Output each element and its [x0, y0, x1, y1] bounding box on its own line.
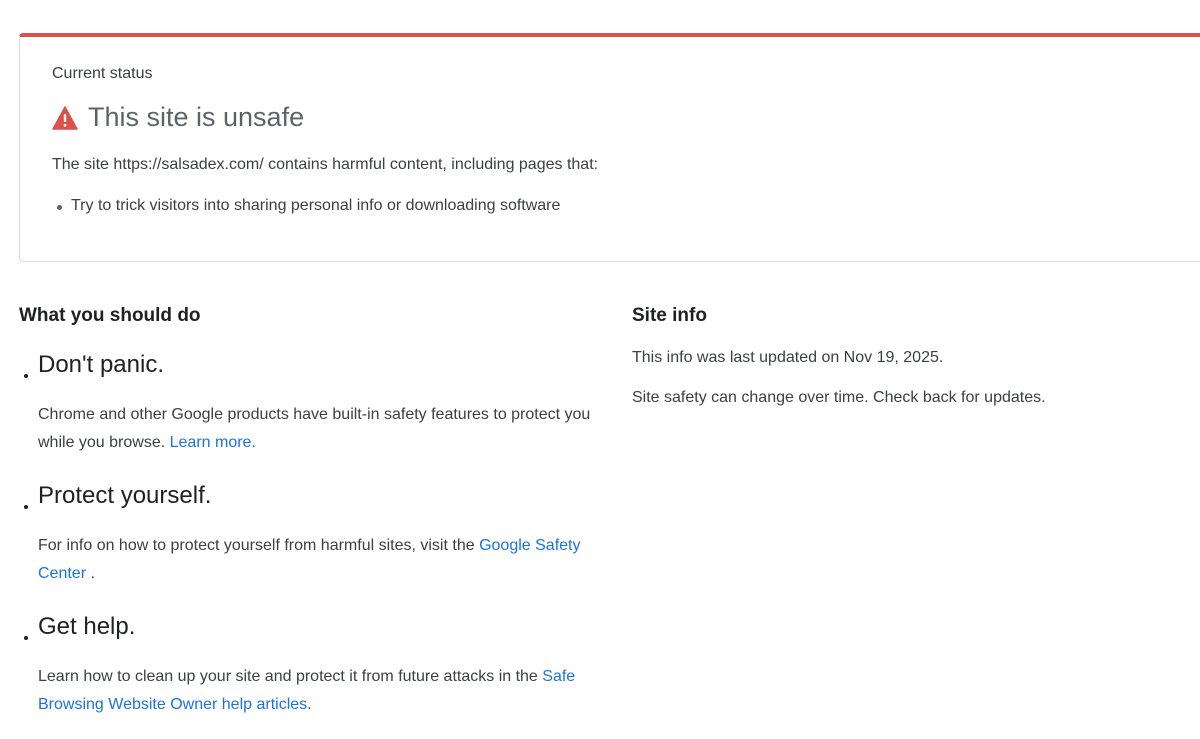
- advice-title: Protect yourself.: [38, 482, 212, 509]
- advice-item-dont-panic: Don't panic. Chrome and other Google pro…: [19, 349, 609, 457]
- section-heading-site-info: Site info: [632, 305, 707, 326]
- advice-text: Chrome and other Google products have bu…: [38, 401, 609, 457]
- advice-item-protect-yourself: Protect yourself. For info on how to pro…: [19, 480, 609, 588]
- advice-list: Don't panic. Chrome and other Google pro…: [19, 349, 609, 719]
- status-reason-list: Try to trick visitors into sharing perso…: [52, 197, 560, 215]
- advice-text-body: Chrome and other Google products have bu…: [38, 406, 591, 451]
- advice-text-suffix: .: [307, 696, 312, 713]
- advice-title: Get help.: [38, 613, 136, 640]
- advice-title: Don't panic.: [38, 351, 164, 378]
- status-label: Current status: [52, 65, 153, 82]
- warning-triangle-icon: [52, 105, 78, 130]
- site-info-section: Site info This info was last updated on …: [632, 303, 1192, 406]
- advice-text-body: Learn how to clean up your site and prot…: [38, 668, 538, 685]
- status-card: Current status This site is unsafe The s…: [19, 33, 1200, 262]
- learn-more-link[interactable]: Learn more.: [170, 434, 256, 451]
- advice-text-suffix: .: [90, 565, 95, 582]
- advice-text-body: For info on how to protect yourself from…: [38, 537, 475, 554]
- status-title: This site is unsafe: [88, 102, 305, 132]
- safe-browsing-page: Current status This site is unsafe The s…: [0, 0, 1200, 739]
- advice-text: For info on how to protect yourself from…: [38, 532, 609, 588]
- advice-item-get-help: Get help. Learn how to clean up your sit…: [19, 611, 609, 719]
- site-info-updated: This info was last updated on Nov 19, 20…: [632, 349, 944, 366]
- what-you-should-do-section: What you should do Don't panic. Chrome a…: [19, 303, 609, 719]
- section-heading-what-to-do: What you should do: [19, 305, 201, 326]
- status-title-row: This site is unsafe: [52, 102, 304, 133]
- advice-text: Learn how to clean up your site and prot…: [38, 663, 609, 719]
- site-info-note: Site safety can change over time. Check …: [632, 389, 1046, 406]
- status-description: The site https://salsadex.com/ contains …: [52, 156, 599, 173]
- status-reason-item: Try to trick visitors into sharing perso…: [52, 197, 560, 215]
